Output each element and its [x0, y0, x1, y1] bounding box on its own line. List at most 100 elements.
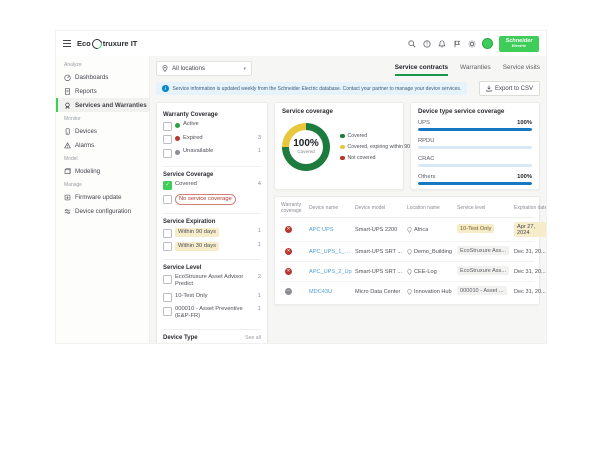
expiration-date: Dec 31, 20...: [514, 269, 546, 275]
expiration-date: Dec 31, 20...: [514, 289, 546, 295]
app-window: Eco truxure IT ? Schneider: [55, 30, 547, 344]
service-level-badge: EcoStruxure Ass...: [457, 266, 509, 275]
location-pin-icon: [407, 269, 412, 275]
info-icon: i: [162, 85, 169, 92]
tab-warranties[interactable]: Warranties: [460, 64, 491, 76]
device-name-link[interactable]: APC_UPS_1_D...: [309, 249, 353, 255]
sidebar-section-manage: Manage: [56, 178, 149, 190]
svg-text:?: ?: [425, 41, 428, 47]
filter-group-title: Service Coverage: [163, 172, 261, 178]
table-row[interactable]: ✕ APC_UPS_2_Up Smart-UPS SRT ... CEE-Log…: [280, 262, 534, 282]
table-row[interactable]: – MDC43U Micro Data Center Innovation Hu…: [280, 282, 534, 301]
sidebar-item-device-configuration[interactable]: Device configuration: [56, 204, 149, 218]
coverage-bar-ups: UPS100%: [418, 120, 532, 131]
reports-icon: [64, 88, 71, 95]
donut-center-label: Covered: [297, 150, 314, 155]
tab-service-contracts[interactable]: Service contracts: [395, 64, 448, 76]
status-dot-active-icon: [175, 123, 180, 128]
notifications-bell-icon[interactable]: [437, 39, 446, 48]
alarms-icon: [64, 142, 71, 149]
card-title: Device type service coverage: [418, 108, 532, 115]
table-header-row: Warranty coverage Device name Device mod…: [280, 199, 534, 218]
table-row[interactable]: ✕ APC_UPS_1_D... Smart-UPS SRT ... Demo_…: [280, 242, 534, 262]
sidebar-item-firmware-update[interactable]: Firmware update: [56, 190, 149, 204]
col-warranty-coverage: Warranty coverage: [281, 202, 307, 214]
filter-option-covered: ✓ Covered 4: [163, 181, 261, 191]
warranty-expired-icon: ✕: [285, 248, 292, 255]
expiration-date: Dec 31, 20...: [514, 249, 546, 255]
sidebar-item-reports[interactable]: Reports: [56, 84, 149, 98]
search-icon[interactable]: [407, 39, 416, 48]
checkbox-no-service-coverage[interactable]: ✓: [163, 195, 172, 204]
filter-option-10-test-only: ✓ 10-Test Only 1: [163, 293, 261, 303]
coverage-bar-rpdu: RPDU: [418, 138, 532, 149]
status-dot-expired-icon: [175, 136, 180, 141]
filter-option-asset-advisor-predict: ✓ EcoStruxure Asset Advisor Predict 2: [163, 274, 261, 288]
filter-group-title: Service Level: [163, 265, 261, 271]
sidebar-item-dashboards[interactable]: Dashboards: [56, 70, 149, 84]
sidebar-nav: Analyze Dashboards Reports Services and …: [56, 56, 150, 343]
hamburger-menu-icon[interactable]: [63, 40, 71, 47]
location-filter-select[interactable]: All locations ▾: [156, 61, 252, 76]
devices-icon: [64, 128, 71, 135]
filter-option-active: ✓ Active: [163, 121, 261, 131]
col-expiration-date: Expiration date: [514, 205, 547, 211]
coverage-bar-crac: CRAC: [418, 156, 532, 167]
checkbox-covered[interactable]: ✓: [163, 181, 172, 190]
table-row[interactable]: ✕ APC UPS Smart-UPS 2200 Africa 10-Test …: [280, 218, 534, 242]
service-coverage-card: Service coverage 100% Covered Covered: [274, 102, 404, 190]
donut-center-value: 100%: [293, 139, 319, 149]
col-device-name: Device name: [309, 205, 353, 211]
service-level-badge: EcoStruxure Ass...: [457, 246, 509, 255]
legend-dot-not-covered: [340, 156, 345, 161]
services-icon: [64, 102, 71, 109]
col-location-name: Location name: [407, 205, 455, 211]
device-name-link[interactable]: MDC43U: [309, 289, 353, 295]
tab-service-visits[interactable]: Service visits: [503, 64, 540, 76]
location-pin-icon: [407, 227, 412, 233]
checkbox-asset-preventive[interactable]: ✓: [163, 307, 172, 316]
sidebar-item-alarms[interactable]: Alarms: [56, 138, 149, 152]
top-header: Eco truxure IT ? Schneider: [56, 31, 546, 56]
sidebar-item-devices[interactable]: Devices: [56, 124, 149, 138]
user-avatar[interactable]: [482, 38, 493, 49]
firmware-update-icon: [64, 194, 71, 201]
filter-group-title: Warranty Coverage: [163, 112, 261, 118]
tab-bar: Service contracts Warranties Service vis…: [395, 64, 540, 76]
filter-option-within-90-days: ✓ Within 90 days 1: [163, 228, 261, 238]
checkbox-within-30-days[interactable]: ✓: [163, 242, 172, 251]
export-to-csv-button[interactable]: Export to CSV: [479, 81, 540, 96]
checkbox-within-90-days[interactable]: ✓: [163, 229, 172, 238]
sidebar-item-modeling[interactable]: Modeling: [56, 164, 149, 178]
help-icon[interactable]: ?: [422, 39, 431, 48]
col-service-level: Service level: [457, 205, 512, 211]
checkbox-expired[interactable]: ✓: [163, 135, 172, 144]
location-pin-icon: [407, 289, 412, 295]
sidebar-item-services-and-warranties[interactable]: Services and Warranties: [56, 98, 149, 112]
device-name-link[interactable]: APC_UPS_2_Up: [309, 269, 353, 275]
device-configuration-icon: [64, 208, 71, 215]
warranty-unavailable-icon: –: [285, 288, 292, 295]
chevron-down-icon: ▾: [243, 66, 246, 72]
filter-option-unavailable: ✓ Unavailable 1: [163, 148, 261, 158]
checkbox-active[interactable]: ✓: [163, 122, 172, 131]
dashboards-icon: [64, 74, 71, 81]
filter-option-within-30-days: ✓ Within 30 days 1: [163, 242, 261, 252]
checkbox-asset-advisor-predict[interactable]: ✓: [163, 275, 172, 284]
feedback-flag-icon[interactable]: [452, 39, 461, 48]
legend-dot-covered: [340, 134, 345, 139]
col-device-model: Device model: [355, 205, 405, 211]
device-name-link[interactable]: APC UPS: [309, 227, 353, 233]
location-pin-icon: [407, 249, 412, 255]
card-title: Service coverage: [282, 108, 396, 115]
see-all-link[interactable]: See all: [245, 335, 261, 341]
sidebar-section-model: Model: [56, 152, 149, 164]
checkbox-unavailable[interactable]: ✓: [163, 149, 172, 158]
modeling-icon: [64, 168, 71, 175]
schneider-electric-logo[interactable]: Schneider Electric: [499, 36, 539, 52]
service-coverage-donut: 100% Covered: [282, 123, 330, 171]
filter-group-title: Service Expiration: [163, 219, 261, 225]
coverage-bar-others: Others100%: [418, 174, 532, 185]
settings-gear-icon[interactable]: [467, 39, 476, 48]
checkbox-10-test-only[interactable]: ✓: [163, 293, 172, 302]
